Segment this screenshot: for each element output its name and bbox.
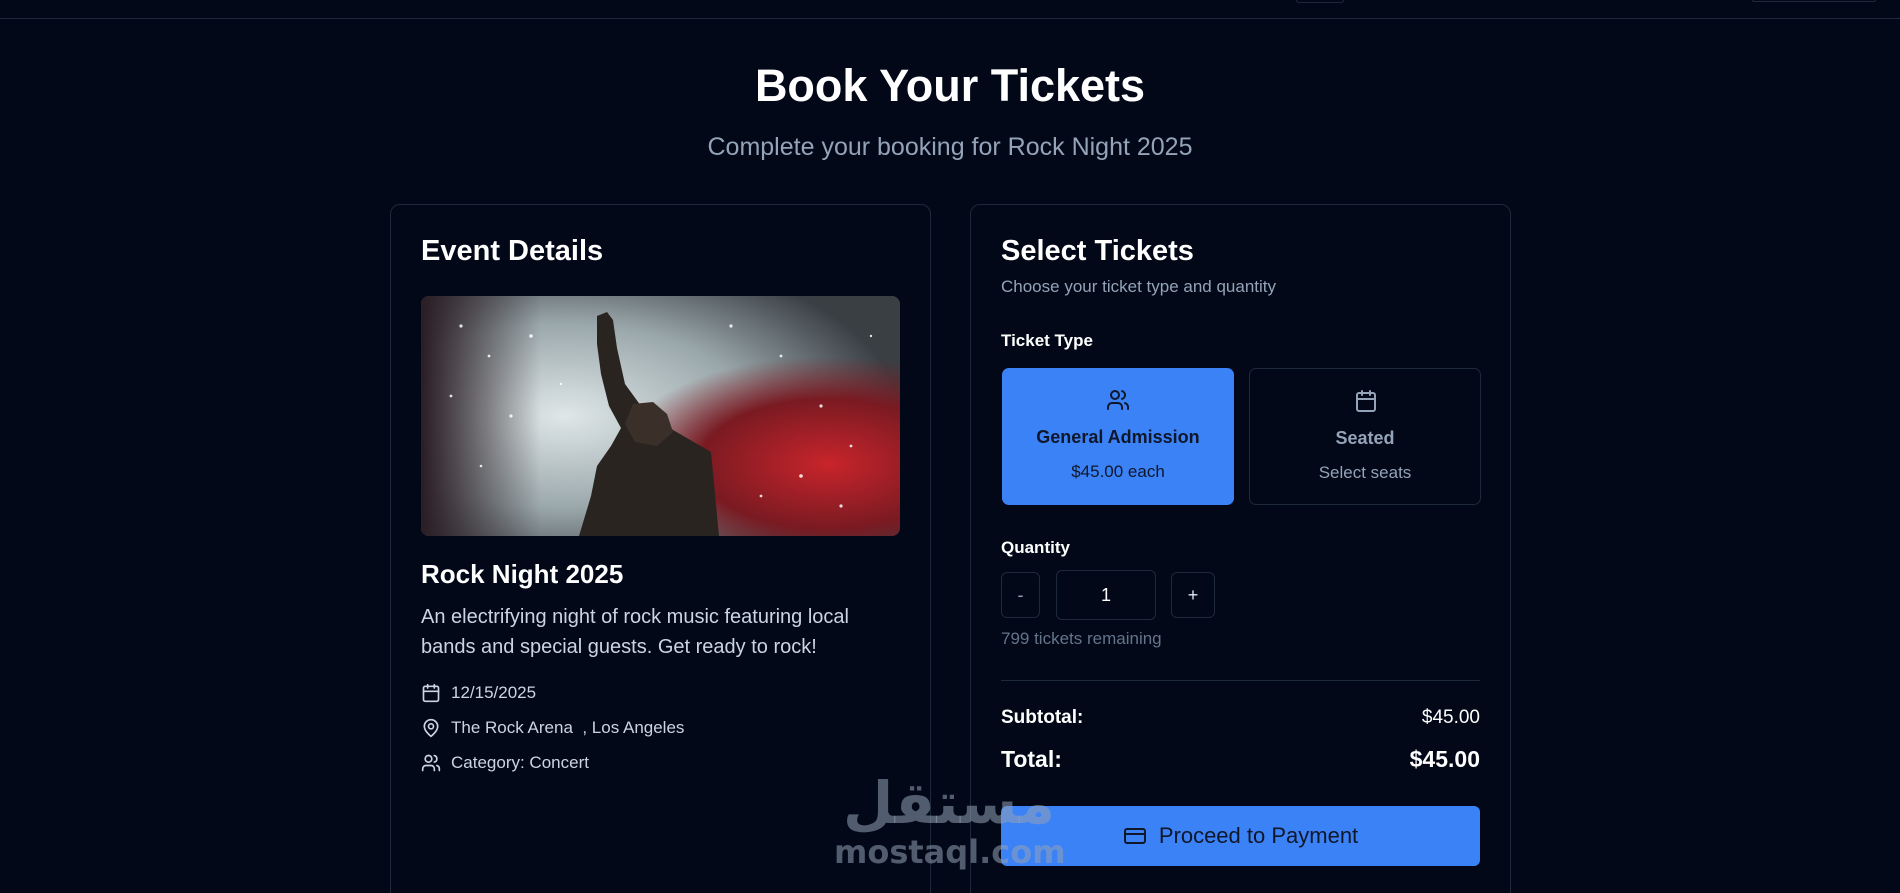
proceed-to-payment-button[interactable]: Proceed to Payment [1001, 806, 1480, 866]
credit-card-icon [1123, 824, 1147, 848]
watermark-arabic: مستقل [842, 769, 1056, 837]
event-location: The Rock Arena , Los Angeles [451, 718, 685, 737]
watermark-latin: mostaql.com [834, 833, 1066, 871]
decrease-quantity-button[interactable]: - [1001, 572, 1040, 618]
proceed-to-payment-label: Proceed to Payment [1158, 823, 1359, 848]
subtotal-label: Subtotal: [1001, 707, 1084, 728]
total-row: Total: $45.00 [1001, 746, 1480, 773]
tickets-remaining: 799 tickets remaining [1001, 629, 1162, 648]
select-tickets-subheading: Choose your ticket type and quantity [1001, 277, 1276, 296]
users-icon [1106, 388, 1130, 412]
ticket-option-name: Seated [1335, 428, 1395, 448]
quantity-input[interactable] [1056, 570, 1156, 620]
ticket-option-general-admission[interactable]: General Admission $45.00 each [1002, 368, 1234, 505]
event-date-row: 12/15/2025 [421, 683, 536, 703]
calendar-icon [1354, 389, 1378, 413]
quantity-label: Quantity [1001, 538, 1070, 557]
mostaql-watermark: مستقل mostaql.com [834, 769, 1066, 871]
map-pin-icon [421, 718, 441, 738]
page-title: Book Your Tickets [754, 60, 1146, 111]
subtotal-row: Subtotal: $45.00 [1001, 707, 1480, 729]
event-category-row: Category: Concert [421, 753, 589, 773]
event-date: 12/15/2025 [451, 683, 537, 702]
event-category: Category: Concert [451, 753, 589, 772]
event-description: An electrifying night of rock music feat… [421, 606, 849, 658]
ticket-option-seated[interactable]: Seated Select seats [1249, 368, 1481, 505]
concert-photo [421, 296, 900, 536]
increase-quantity-button[interactable]: + [1171, 572, 1215, 618]
event-details-heading: Event Details [421, 235, 604, 267]
users-icon [421, 753, 441, 773]
event-location-row: The Rock Arena , Los Angeles [421, 718, 684, 738]
page-subtitle: Complete your booking for Rock Night 202… [707, 133, 1193, 161]
subtotal-value: $45.00 [1421, 707, 1480, 728]
top-navbar [0, 0, 1900, 19]
select-tickets-heading: Select Tickets [1001, 235, 1194, 267]
event-image [421, 296, 900, 536]
ticket-option-price: $45.00 each [1071, 462, 1165, 481]
navbar-button-edge-right[interactable] [1752, 0, 1876, 2]
ticket-option-detail: Select seats [1318, 463, 1412, 482]
event-name: Rock Night 2025 [421, 559, 624, 589]
ticket-type-label: Ticket Type [1001, 331, 1093, 350]
calendar-icon [421, 683, 441, 703]
divider [1001, 680, 1480, 681]
ticket-option-name: General Admission [1036, 427, 1200, 447]
total-value: $45.00 [1409, 746, 1480, 772]
navbar-button-edge[interactable] [1296, 0, 1344, 3]
